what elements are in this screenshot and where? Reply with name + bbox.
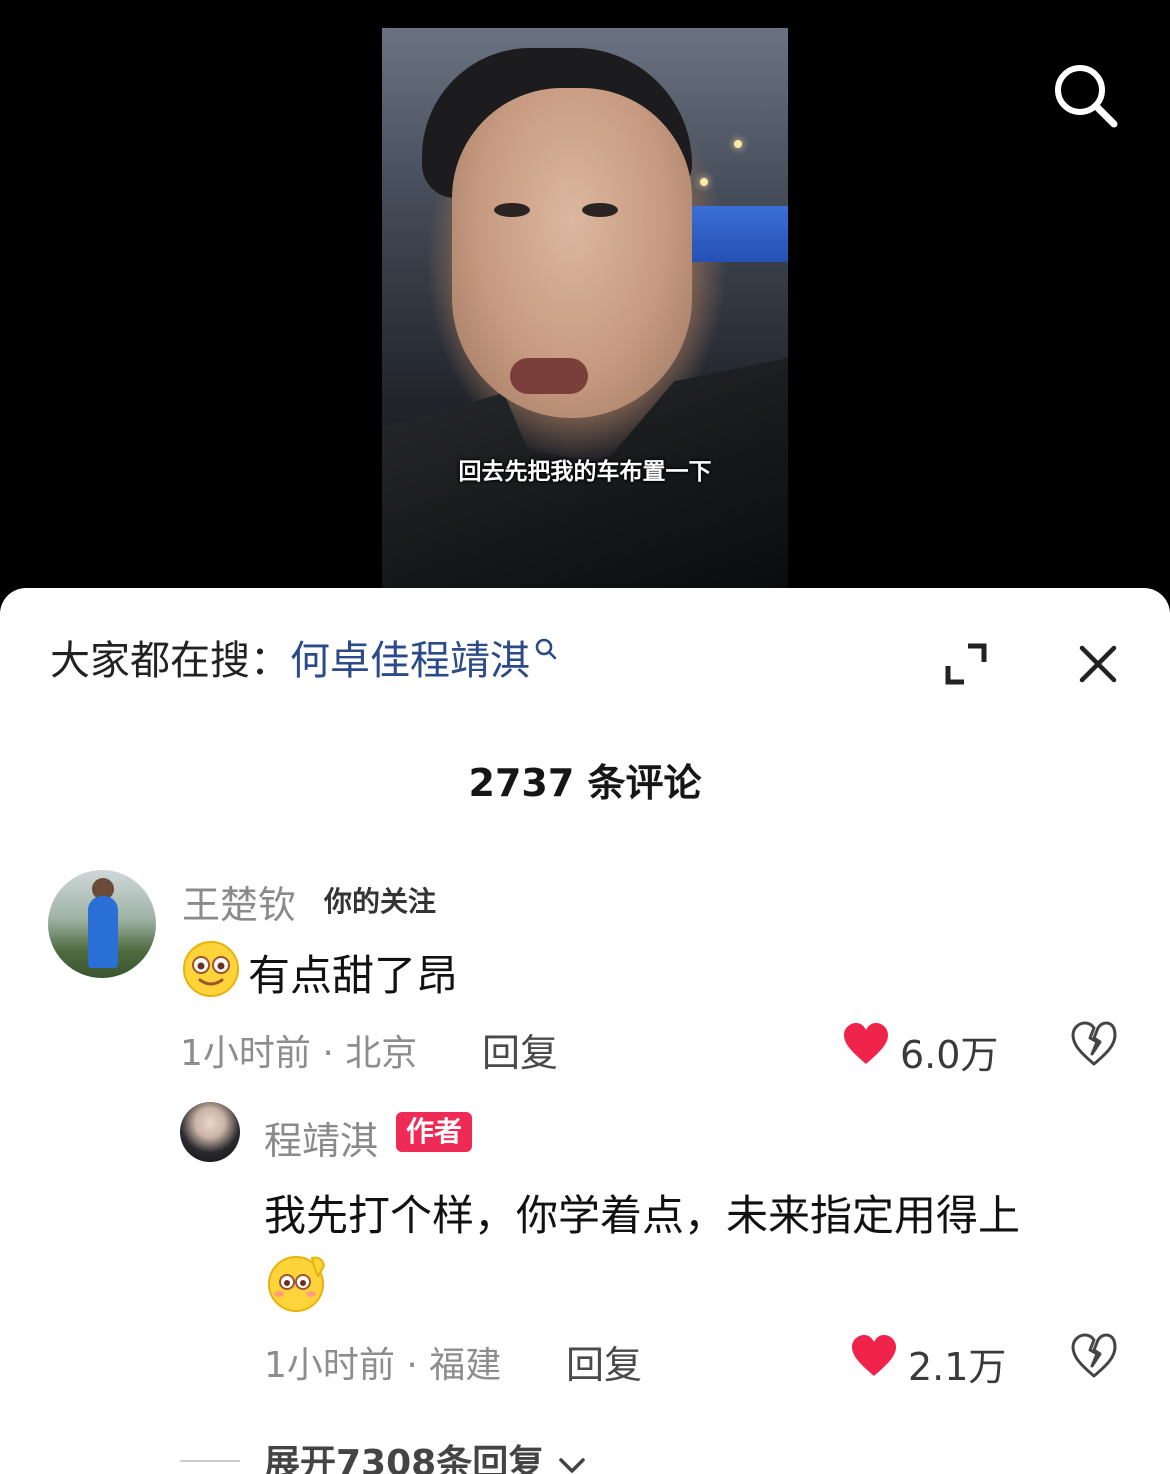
reply-avatar[interactable]: [180, 1102, 240, 1162]
background-sign: [688, 206, 788, 262]
search-button[interactable]: [1050, 60, 1122, 132]
reply-text: 我先打个样，你学着点，未来指定用得上: [264, 1191, 1021, 1240]
close-button[interactable]: [1076, 642, 1120, 686]
author-badge: 作者: [396, 1112, 473, 1152]
expand-button[interactable]: [944, 642, 988, 686]
broken-heart-icon[interactable]: [1070, 1020, 1118, 1068]
heart-icon[interactable]: [850, 1334, 898, 1378]
shy-emoji: [268, 1256, 326, 1312]
screen: 回去先把我的车布置一下 大家都在搜： 何卓佳程靖淇 2737 条评论 王楚钦 你…: [0, 0, 1170, 1474]
hot-search-prefix: 大家都在搜：: [50, 638, 290, 684]
broken-heart-icon[interactable]: [1070, 1332, 1118, 1380]
reply-button[interactable]: 回复: [566, 1334, 642, 1389]
heart-icon[interactable]: [842, 1022, 890, 1066]
avatar-figure: [88, 896, 118, 968]
video-subtitle: 回去先把我的车布置一下: [458, 459, 712, 485]
expand-replies-label: 展开7308条回复: [264, 1443, 545, 1474]
like-count: 2.1万: [908, 1345, 1007, 1389]
expand-divider: [180, 1460, 240, 1462]
comment-text: 有点甜了昂: [248, 951, 459, 1000]
following-tag: 你的关注: [324, 885, 437, 918]
small-search-icon: [535, 638, 557, 660]
close-icon: [1079, 645, 1117, 683]
comment-meta: 1小时前 · 北京: [180, 1033, 418, 1074]
video-eye: [494, 203, 530, 217]
avatar[interactable]: [48, 870, 156, 978]
ceiling-light: [734, 140, 742, 148]
reply-button[interactable]: 回复: [482, 1022, 558, 1077]
chevron-down-icon: [559, 1458, 585, 1473]
video-player[interactable]: [382, 28, 788, 590]
expand-replies-button[interactable]: 展开7308条回复: [264, 1434, 587, 1474]
hot-search-link[interactable]: 大家都在搜： 何卓佳程靖淇: [50, 628, 558, 686]
reply-meta: 1小时前 · 福建: [264, 1345, 502, 1386]
reply-username[interactable]: 程靖淇: [264, 1110, 378, 1165]
ceiling-light: [700, 178, 708, 186]
comment-count: 2737 条评论: [468, 761, 702, 805]
like-count: 6.0万: [900, 1033, 999, 1077]
comment-sheet: 大家都在搜： 何卓佳程靖淇 2737 条评论 王楚钦 你的关注 有点甜了昂 1小…: [0, 588, 1170, 1474]
expand-icon: [945, 643, 987, 685]
search-icon: [1055, 65, 1118, 128]
comment-username[interactable]: 王楚钦: [182, 874, 296, 929]
video-mouth: [510, 358, 588, 394]
hot-search-term[interactable]: 何卓佳程靖淇: [290, 628, 530, 686]
smiley-emoji: [183, 941, 239, 997]
video-eye: [582, 203, 618, 217]
